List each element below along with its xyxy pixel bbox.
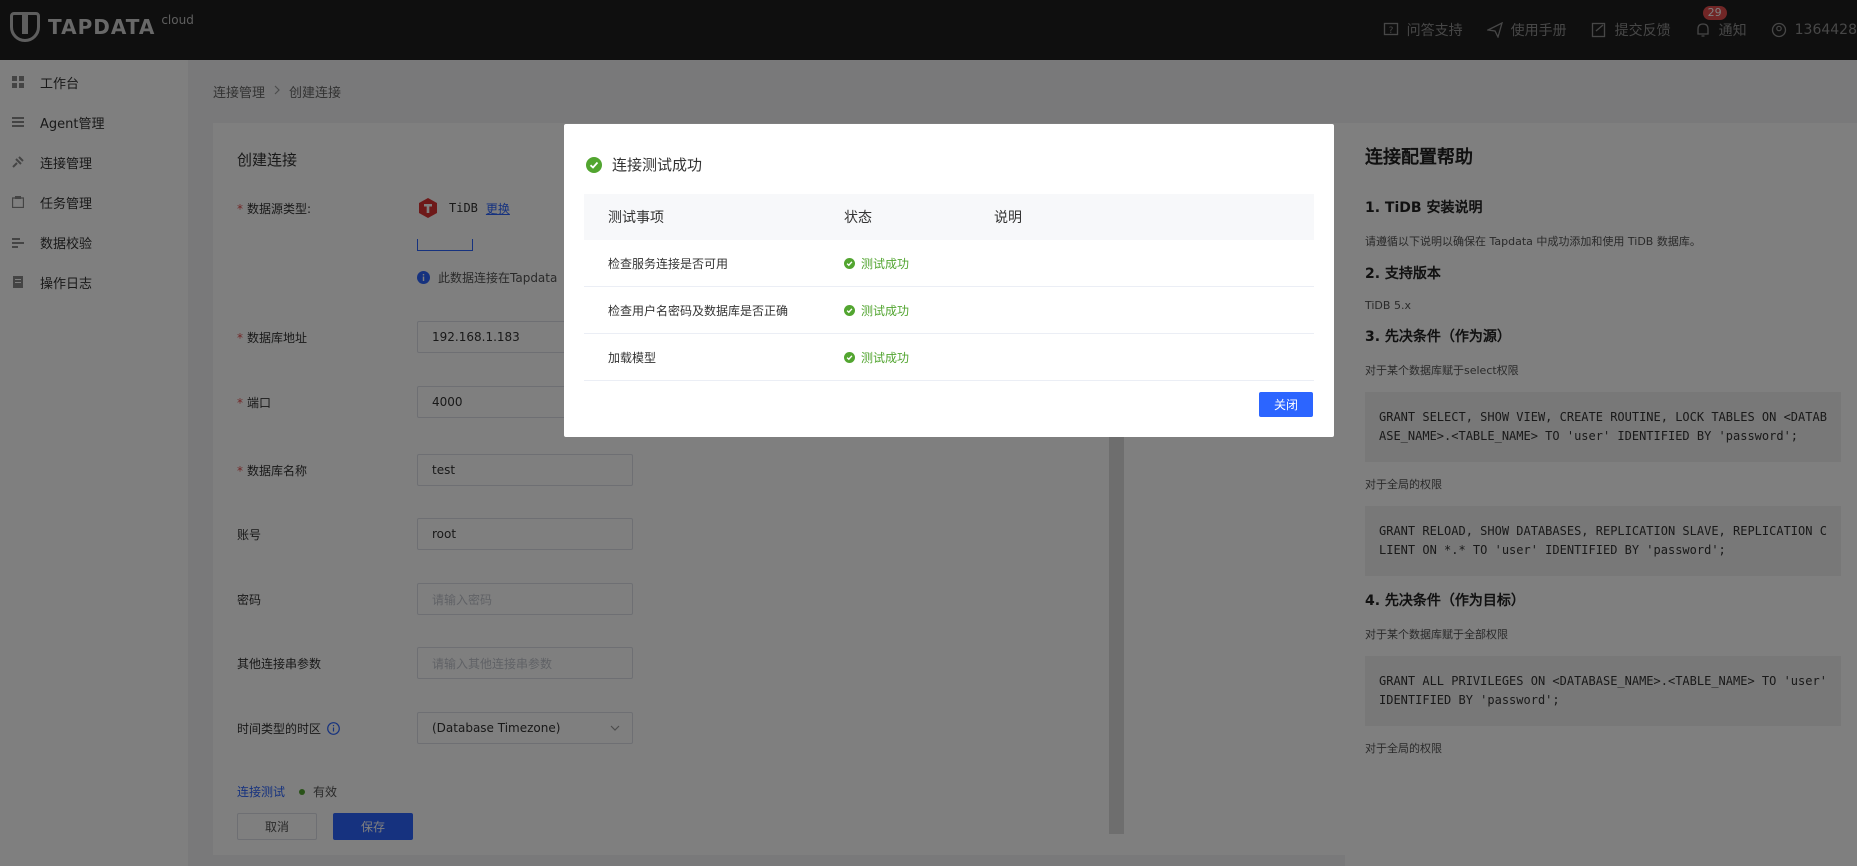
success-check-icon <box>844 257 855 269</box>
test-status-text: 测试成功 <box>861 303 910 318</box>
table-row: 加载模型 测试成功 <box>584 334 1314 381</box>
test-result-dialog: 连接测试成功 测试事项 状态 说明 检查服务连接是否可用 测试成功 检查用户名密… <box>564 124 1334 437</box>
test-status-text: 测试成功 <box>861 256 910 271</box>
test-status-cell: 测试成功 <box>844 255 994 272</box>
success-check-icon <box>844 304 855 316</box>
test-item: 检查用户名密码及数据库是否正确 <box>608 303 789 318</box>
test-item: 检查服务连接是否可用 <box>608 256 729 271</box>
column-header: 状态 <box>844 210 872 226</box>
test-status-cell: 测试成功 <box>844 302 994 319</box>
test-result-table: 测试事项 状态 说明 检查服务连接是否可用 测试成功 检查用户名密码及数据库是否… <box>584 194 1314 381</box>
dialog-title: 连接测试成功 <box>586 154 702 175</box>
success-check-icon <box>586 156 602 173</box>
dialog-title-text: 连接测试成功 <box>612 156 703 174</box>
test-status-text: 测试成功 <box>861 350 910 365</box>
test-item: 加载模型 <box>608 350 657 365</box>
table-header: 测试事项 状态 说明 <box>584 194 1314 240</box>
column-header: 测试事项 <box>608 210 664 226</box>
table-row: 检查用户名密码及数据库是否正确 测试成功 <box>584 287 1314 334</box>
close-button[interactable]: 关闭 <box>1259 392 1313 417</box>
table-row: 检查服务连接是否可用 测试成功 <box>584 240 1314 287</box>
column-header: 说明 <box>994 210 1022 226</box>
success-check-icon <box>844 351 855 363</box>
test-status-cell: 测试成功 <box>844 349 994 366</box>
